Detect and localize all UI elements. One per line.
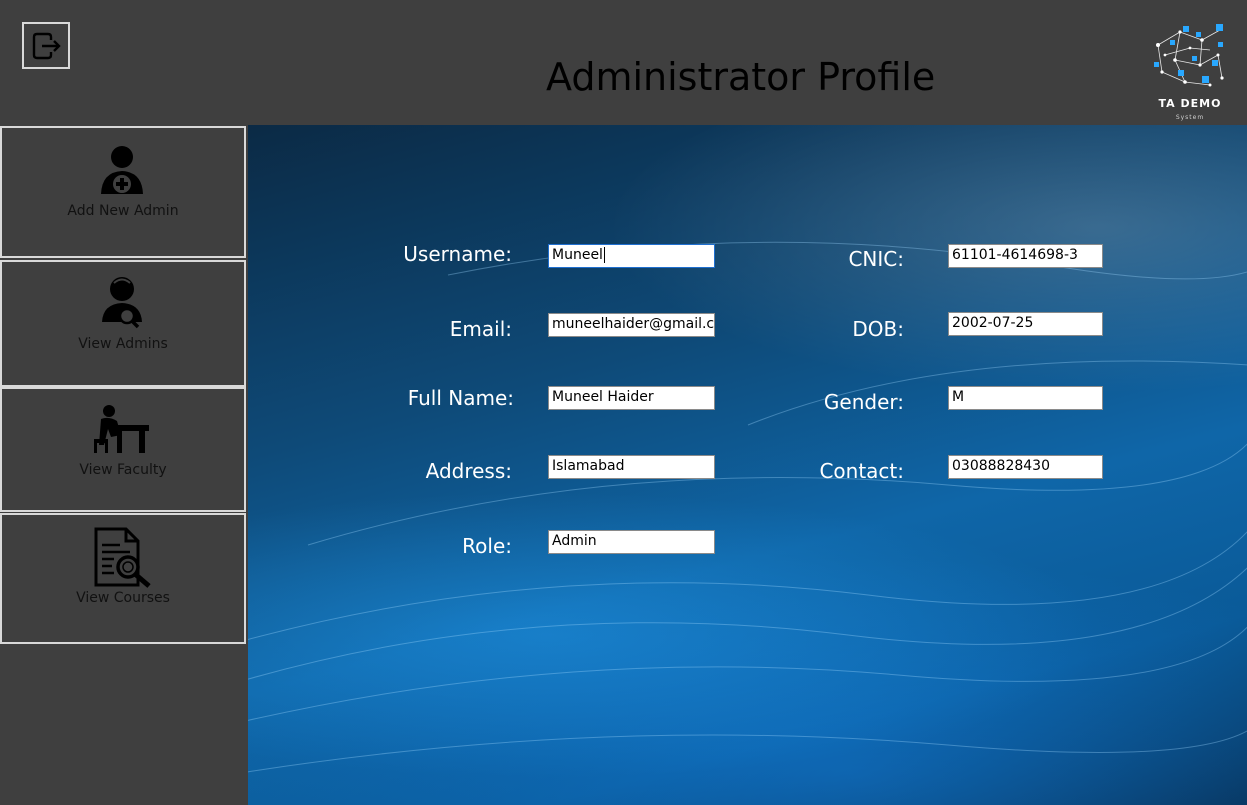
gender-field[interactable]: M (948, 386, 1103, 410)
dob-label: DOB: (852, 317, 904, 341)
header: Administrator Profile TA DEMO System (0, 0, 1247, 125)
email-field[interactable]: muneelhaider@gmail.co (548, 313, 715, 337)
full-name-field[interactable]: Muneel Haider (548, 386, 715, 410)
logo-name: TA DEMO (1158, 97, 1222, 110)
sidebar-item-label: View Admins (78, 336, 168, 352)
logout-button[interactable] (22, 22, 70, 69)
sidebar-item-add-new-admin[interactable]: Add New Admin (0, 126, 246, 258)
sidebar: Add New Admin View Admins View Faculty V… (0, 125, 248, 805)
contact-field[interactable]: 03088828430 (948, 455, 1103, 479)
sidebar-item-view-admins[interactable]: View Admins (0, 260, 246, 387)
teacher-desk-icon (94, 405, 149, 453)
contact-label: Contact: (819, 459, 904, 483)
text-caret (603, 247, 605, 263)
logo-subtitle: System (1175, 114, 1205, 121)
document-search-icon (94, 527, 151, 588)
username-label: Username: (403, 242, 512, 266)
sidebar-item-label: View Courses (76, 590, 170, 606)
search-user-icon (102, 277, 142, 329)
sidebar-item-view-courses[interactable]: View Courses (0, 513, 246, 644)
sidebar-item-label: Add New Admin (67, 203, 179, 219)
page-title: Administrator Profile (546, 55, 936, 99)
gender-label: Gender: (823, 390, 904, 414)
profile-panel: Username: Muneel Email: muneelhaider@gma… (248, 125, 1247, 805)
email-label: Email: (449, 317, 512, 341)
logo: TA DEMO System (1150, 20, 1230, 125)
sidebar-item-view-faculty[interactable]: View Faculty (0, 387, 246, 512)
address-label: Address: (425, 459, 512, 483)
cnic-label: CNIC: (848, 247, 904, 271)
logout-icon (32, 32, 61, 59)
username-value: Muneel (552, 247, 603, 263)
cnic-field[interactable]: 61101-4614698-3 (948, 244, 1103, 268)
dob-field[interactable]: 2002-07-25 (948, 312, 1103, 336)
add-user-icon (101, 146, 143, 194)
full-name-label: Full Name: (407, 386, 514, 410)
role-label: Role: (462, 534, 512, 558)
network-logo-icon (1154, 24, 1224, 87)
role-field[interactable]: Admin (548, 530, 715, 554)
sidebar-item-label: View Faculty (79, 462, 167, 478)
username-field[interactable]: Muneel (548, 244, 715, 268)
address-field[interactable]: Islamabad (548, 455, 715, 479)
